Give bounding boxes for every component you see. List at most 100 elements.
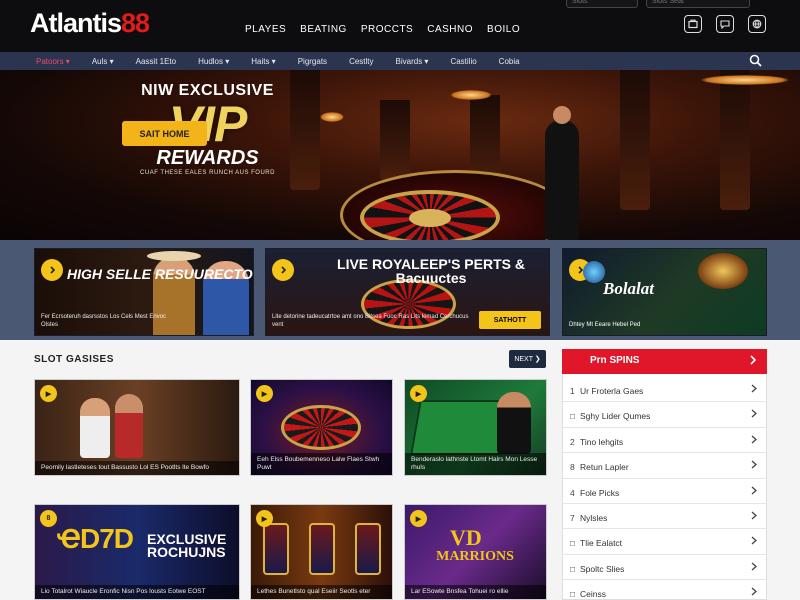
top-header: Atlantis88 PLAYES BEATING PROCCTS CASHNO…	[0, 0, 800, 52]
top-icons	[684, 15, 766, 33]
sidebar-header[interactable]: Prn SPINS	[562, 349, 767, 374]
chandelier	[700, 75, 790, 85]
game-card[interactable]: ▶ Eeh Elss Boubemenneso Lalw Flaes Stwh …	[250, 379, 393, 476]
promo-card-live-roulette[interactable]: LIVE ROYALEEP'S PERTS & Bacuuctes Lite d…	[265, 248, 550, 336]
sidebar-header-label: Prn SPINS	[590, 355, 640, 366]
chevron-right-icon	[751, 562, 757, 573]
chevron-right-icon	[749, 355, 757, 368]
sidebar-item[interactable]: □ Tlie Ealatct	[562, 529, 767, 555]
section-title: SLOT GASISES	[34, 354, 114, 365]
sidebar-item-index: 2	[570, 436, 575, 447]
card-badge: 8	[40, 510, 57, 527]
subnav-item[interactable]: Cestlty	[349, 57, 373, 66]
game-card[interactable]: ▶ Lethes Bunetlsto qual Eseiir Seotls et…	[250, 504, 393, 600]
sidebar-item-index: □	[570, 411, 576, 422]
sidebar-item[interactable]: 4 Fole Picks	[562, 479, 767, 504]
subnav-item[interactable]: Aassit 1Eto	[136, 57, 176, 66]
top-nav-item[interactable]: BEATING	[300, 24, 347, 35]
promo-caption: Lite detorine tadeucatrtoe amt ono Bitse…	[272, 314, 469, 328]
subnav-item[interactable]: Castilio	[450, 57, 476, 66]
sidebar-list: 1 Ur Froterla Gaes □ Sghy Lider Qumes 2 Tin…	[562, 377, 767, 600]
subnav-item[interactable]: Hudlos ▾	[198, 57, 229, 66]
play-icon: ▶	[40, 385, 57, 402]
sidebar-item-label: Sghy Lider Qumes	[580, 411, 651, 422]
game-card[interactable]: ▶ Benderaslo lathnste Ltomt Halrs Mon Le…	[404, 379, 547, 476]
card-caption: Lio Totalrot Wiaucle Eronfic Nisn Pos lo…	[35, 585, 239, 599]
sidebar-item[interactable]: 1 Ur Froterla Gaes	[562, 377, 767, 403]
slot-machine	[263, 523, 289, 575]
wall-lamp	[320, 112, 344, 122]
promo-title: Bolalat	[603, 279, 655, 298]
subnav-item[interactable]: Auls ▾	[92, 57, 114, 66]
hero-subtext: CUAF THESE EALES RUNCH AUS FOURD	[140, 170, 275, 176]
promo-caption: Dhtey Mt Eeare Hebel Ped	[569, 322, 641, 328]
chevron-right-icon	[41, 259, 63, 281]
chat-icon[interactable]	[716, 15, 734, 33]
promo-title: LIVE ROYALEEP'S PERTS & Bacuuctes	[337, 256, 525, 286]
chandelier	[450, 90, 492, 100]
card-slot-reels: ҼD7D	[57, 523, 134, 554]
sidebar-item[interactable]: □ Sghy Lider Qumes	[562, 402, 767, 428]
card-figure	[497, 392, 531, 454]
sidebar-item[interactable]: 2 Tino lehgits	[562, 428, 767, 454]
hero-banner: NIW EXCLUSIVE VIP REWARDS CUAF THESE EAL…	[0, 70, 800, 240]
subnav-item[interactable]: Bivards ▾	[396, 57, 429, 66]
top-nav-item[interactable]: PROCCTS	[361, 24, 413, 35]
site-logo[interactable]: Atlantis88	[30, 8, 150, 39]
chevron-right-icon	[751, 435, 757, 446]
subnav-item[interactable]: Patoors ▾	[36, 57, 70, 66]
sidebar-item[interactable]: 8 Retun Lapler	[562, 453, 767, 479]
sidebar-item-label: Ur Froterla Gaes	[580, 386, 644, 396]
chandelier	[698, 253, 748, 289]
next-button[interactable]: NEXT ❯	[509, 350, 546, 368]
card-caption: Eeh Elss Boubemenneso Lalw Flaes Stwh Pu…	[251, 453, 392, 475]
sidebar-item-index: □	[570, 589, 576, 600]
sidebar-item-index: 8	[570, 462, 575, 473]
card-logo-text: VD	[450, 525, 482, 550]
card-title: EXCLUSIVE ROCHUJNS	[147, 531, 227, 560]
subnav-item[interactable]: Pigrgats	[298, 57, 327, 66]
site-search-input[interactable]	[646, 0, 750, 8]
game-card[interactable]: ҼD7D EXCLUSIVE ROCHUJNS 8 Lio Totalrot W…	[34, 504, 240, 600]
top-nav-item[interactable]: BOILO	[487, 24, 520, 35]
arch-decoration	[620, 70, 650, 210]
sidebar-item[interactable]: 7 Nylsles	[562, 504, 767, 530]
arch-decoration	[720, 70, 750, 210]
top-nav-item[interactable]: PLAYES	[245, 24, 286, 35]
chevron-right-icon	[751, 409, 757, 420]
hero-cta-button[interactable]: SAIT HOME	[122, 121, 207, 146]
card-caption: Benderaslo lathnste Ltomt Halrs Mon Less…	[405, 453, 546, 475]
card-table	[410, 400, 510, 455]
card-caption: Lethes Bunetlsto qual Eseiir Seotls eter	[251, 585, 392, 599]
arch-decoration	[290, 70, 320, 190]
sidebar-item[interactable]: □ Ceinss	[562, 580, 767, 600]
sidebar-item-label: Tino lehgits	[580, 436, 624, 447]
game-card[interactable]: ▶ Peomily lastleteses tout Bassusto Lol …	[34, 379, 240, 476]
globe-icon[interactable]	[748, 15, 766, 33]
play-icon: ▶	[410, 385, 427, 402]
sidebar-item-index: 4	[570, 487, 575, 498]
globe-decoration	[583, 261, 605, 283]
subnav-item[interactable]: Haits ▾	[251, 57, 275, 66]
sidebar-item-label: Tlie Ealatct	[580, 538, 623, 549]
chevron-right-icon	[272, 259, 294, 281]
chevron-right-icon	[751, 460, 757, 471]
promo-card-baccarat[interactable]: Bolalat Dhtey Mt Eeare Hebel Ped	[562, 248, 767, 336]
top-nav: PLAYES BEATING PROCCTS CASHNO BOILO	[245, 24, 520, 35]
subnav-item[interactable]: Cobia	[499, 57, 520, 66]
slots-search-input[interactable]	[566, 0, 638, 8]
chevron-right-icon	[751, 587, 757, 598]
chevron-right-icon	[751, 486, 757, 497]
hero-line-3: REWARDS	[156, 147, 259, 169]
top-nav-item[interactable]: CASHNO	[427, 24, 473, 35]
wallet-icon[interactable]	[684, 15, 702, 33]
promo-play-button[interactable]: SATHOTT	[479, 311, 541, 329]
promo-card-high-roller[interactable]: HIGH SELLE RESUURECTO Fer Ecrsoteruh das…	[34, 248, 254, 336]
slot-machine	[309, 523, 335, 575]
play-icon: ▶	[256, 385, 273, 402]
play-icon: ▶	[410, 510, 427, 527]
sidebar-item[interactable]: □ Spoltc Slies	[562, 555, 767, 581]
card-caption: Peomily lastleteses tout Bassusto Lol ES…	[35, 461, 239, 475]
game-card[interactable]: VD MARRIONS ▶ Lar ESowte Bnsfea Tohuei r…	[404, 504, 547, 600]
sidebar-item-label: Ceinss	[580, 589, 606, 600]
